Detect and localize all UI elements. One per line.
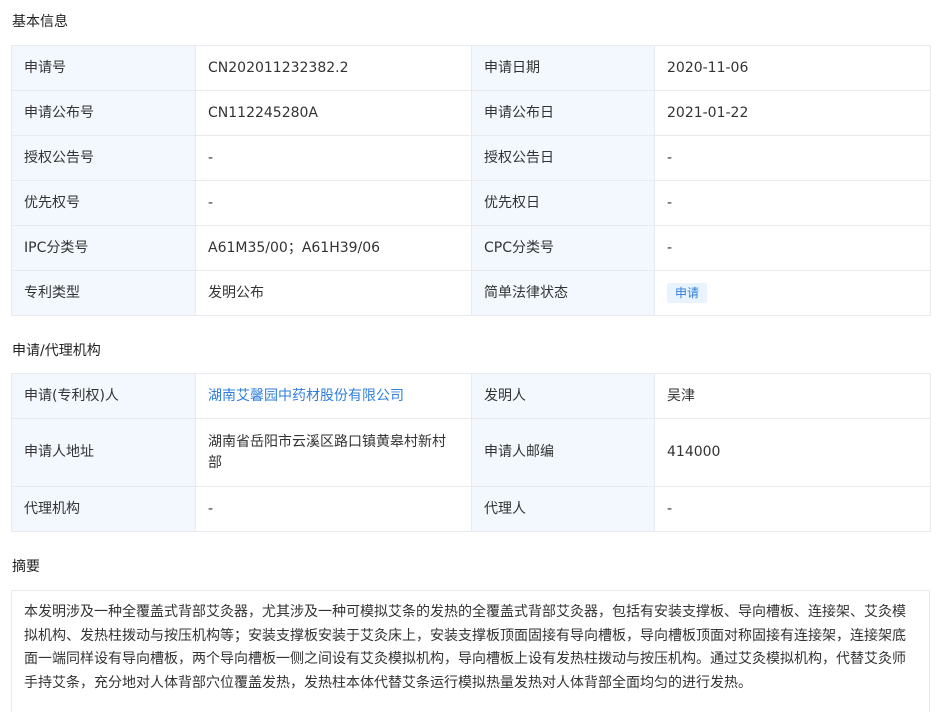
table-row: 申请公布号 CN112245280A 申请公布日 2021-01-22	[11, 90, 931, 136]
agency-value: -	[195, 486, 472, 532]
status-badge: 申请	[667, 282, 708, 303]
agent-label: 代理人	[471, 486, 655, 532]
agency-table: 申请(专利权)人 湖南艾馨园中药材股份有限公司 发明人 吴津 申请人地址 湖南省…	[11, 373, 931, 532]
legal-status-cell: 申请	[654, 270, 931, 316]
applicant-cell: 湖南艾馨园中药材股份有限公司	[195, 373, 472, 419]
table-row: IPC分类号 A61M35/00；A61H39/06 CPC分类号 -	[11, 225, 931, 271]
postcode-value: 414000	[654, 418, 931, 487]
app-no-label: 申请号	[11, 45, 196, 91]
ipc-label: IPC分类号	[11, 225, 196, 271]
applicant-link[interactable]: 湖南艾馨园中药材股份有限公司	[208, 388, 404, 404]
table-row: 代理机构 - 代理人 -	[11, 486, 931, 532]
pub-no-value: CN112245280A	[195, 90, 472, 136]
app-date-label: 申请日期	[471, 45, 655, 91]
table-row: 申请(专利权)人 湖南艾馨园中药材股份有限公司 发明人 吴津	[11, 373, 931, 419]
abstract-text: 本发明涉及一种全覆盖式背部艾灸器，尤其涉及一种可模拟艾条的发热的全覆盖式背部艾灸…	[11, 590, 930, 712]
address-value: 湖南省岳阳市云溪区路口镇黄皋村新村部	[195, 418, 472, 487]
section-title-basic-info: 基本信息	[12, 14, 68, 30]
basic-info-table: 申请号 CN202011232382.2 申请日期 2020-11-06 申请公…	[11, 45, 931, 316]
priority-date-label: 优先权日	[471, 180, 655, 226]
patent-type-label: 专利类型	[11, 270, 196, 316]
grant-no-label: 授权公告号	[11, 135, 196, 181]
agency-label: 代理机构	[11, 486, 196, 532]
pub-no-label: 申请公布号	[11, 90, 196, 136]
patent-type-value: 发明公布	[195, 270, 472, 316]
inventor-label: 发明人	[471, 373, 655, 419]
grant-no-value: -	[195, 135, 472, 181]
address-label: 申请人地址	[11, 418, 196, 487]
table-row: 申请号 CN202011232382.2 申请日期 2020-11-06	[11, 45, 931, 91]
pub-date-value: 2021-01-22	[654, 90, 931, 136]
postcode-label: 申请人邮编	[471, 418, 655, 487]
priority-date-value: -	[654, 180, 931, 226]
cpc-value: -	[654, 225, 931, 271]
app-date-value: 2020-11-06	[654, 45, 931, 91]
table-row: 优先权号 - 优先权日 -	[11, 180, 931, 226]
inventor-value: 吴津	[654, 373, 931, 419]
section-title-abstract: 摘要	[12, 559, 40, 575]
app-no-value: CN202011232382.2	[195, 45, 472, 91]
legal-status-label: 简单法律状态	[471, 270, 655, 316]
table-row: 授权公告号 - 授权公告日 -	[11, 135, 931, 181]
priority-no-value: -	[195, 180, 472, 226]
table-row: 申请人地址 湖南省岳阳市云溪区路口镇黄皋村新村部 申请人邮编 414000	[11, 418, 931, 487]
agent-value: -	[654, 486, 931, 532]
table-row: 专利类型 发明公布 简单法律状态 申请	[11, 270, 931, 316]
section-title-agency: 申请/代理机构	[12, 343, 101, 359]
grant-date-value: -	[654, 135, 931, 181]
applicant-label: 申请(专利权)人	[11, 373, 196, 419]
grant-date-label: 授权公告日	[471, 135, 655, 181]
cpc-label: CPC分类号	[471, 225, 655, 271]
ipc-value: A61M35/00；A61H39/06	[195, 225, 472, 271]
priority-no-label: 优先权号	[11, 180, 196, 226]
pub-date-label: 申请公布日	[471, 90, 655, 136]
